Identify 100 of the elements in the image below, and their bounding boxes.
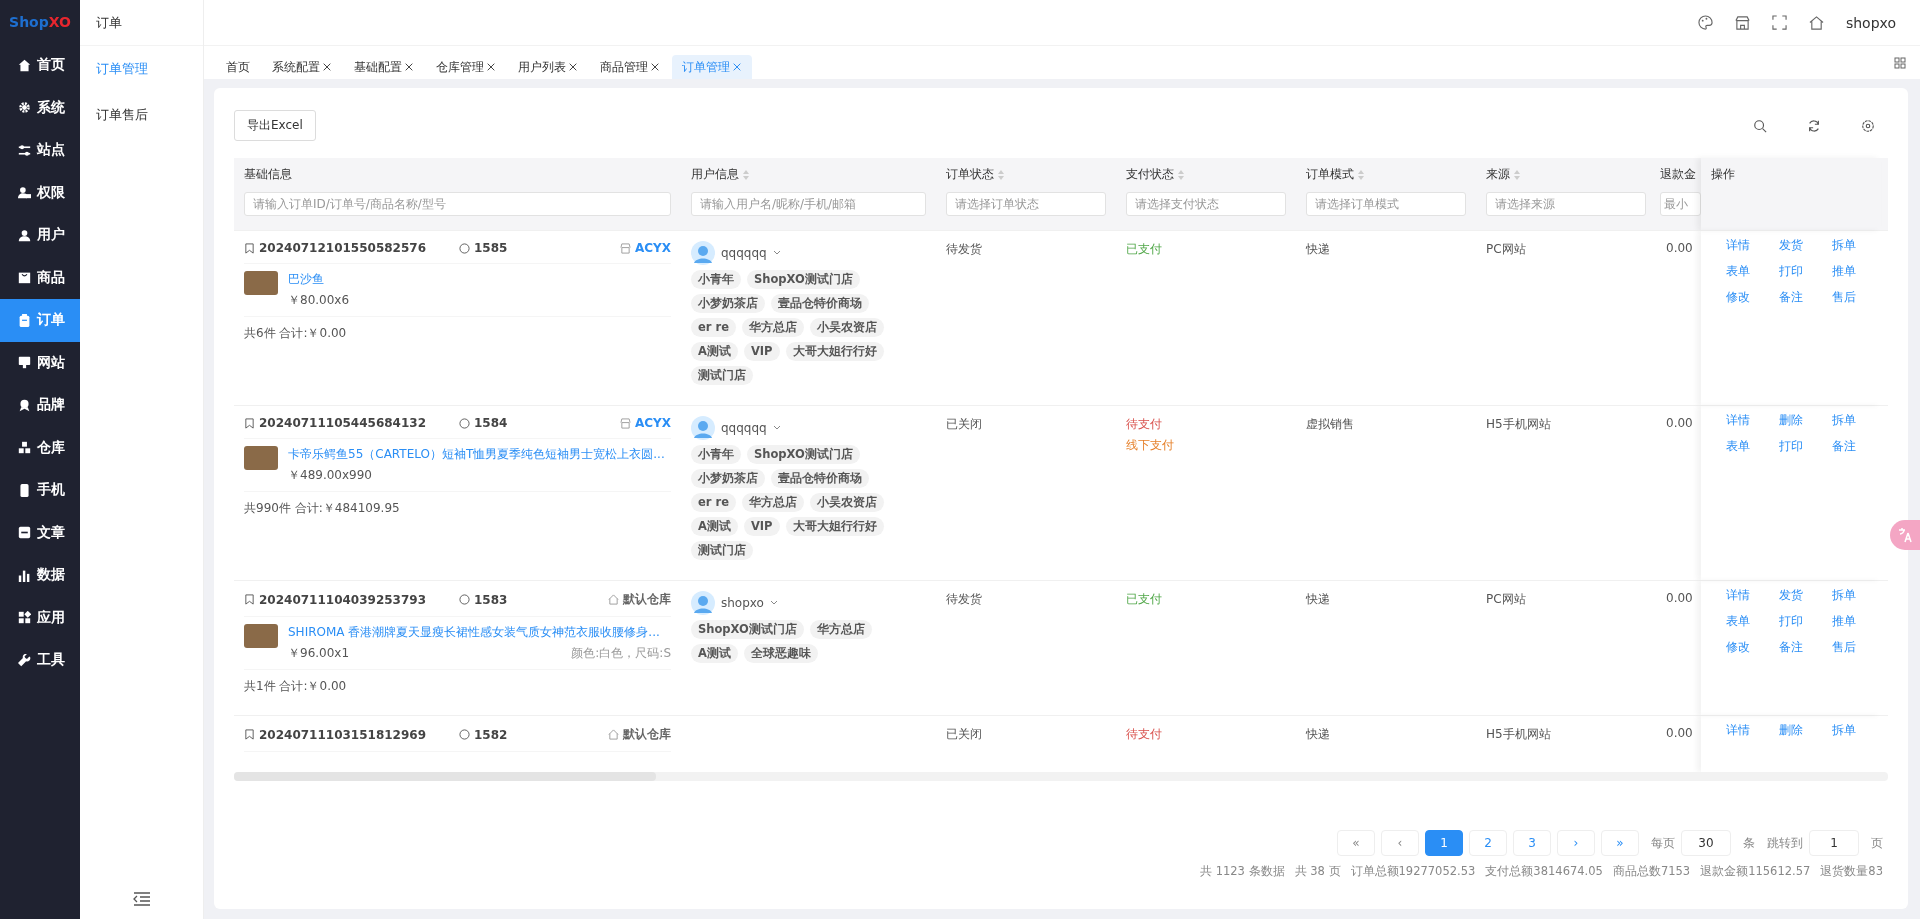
close-icon[interactable] bbox=[486, 62, 496, 72]
page-button[interactable]: 3 bbox=[1513, 830, 1551, 856]
store-icon[interactable] bbox=[1734, 15, 1750, 30]
sidebar-item[interactable]: 订单 bbox=[0, 299, 80, 342]
user-name[interactable]: qqqqqq bbox=[721, 421, 767, 435]
input-field[interactable]: 请选择订单模式 bbox=[1306, 192, 1466, 216]
action-link[interactable]: 售后 bbox=[1832, 639, 1857, 656]
action-link[interactable]: 推单 bbox=[1832, 263, 1857, 280]
tab[interactable]: 商品管理 bbox=[590, 55, 670, 79]
action-link[interactable]: 打印 bbox=[1779, 263, 1803, 280]
sidebar-item[interactable]: 仓库 bbox=[0, 426, 80, 469]
caret-icon[interactable] bbox=[772, 425, 781, 431]
refresh-icon[interactable] bbox=[1807, 118, 1821, 133]
submenu-item[interactable]: 订单售后 bbox=[80, 92, 203, 138]
sidebar-item[interactable]: 工具 bbox=[0, 639, 80, 682]
user-name[interactable]: shopxo bbox=[1845, 14, 1896, 31]
sidebar-item[interactable]: 系统 bbox=[0, 86, 80, 129]
action-link[interactable]: 详情 bbox=[1725, 237, 1750, 254]
user-tag: 壹品仓特价商场 bbox=[771, 469, 869, 488]
action-link[interactable]: 发货 bbox=[1779, 587, 1803, 604]
sidebar-item[interactable]: 网站 bbox=[0, 341, 80, 384]
action-link[interactable]: 拆单 bbox=[1832, 237, 1857, 254]
action-link[interactable]: 删除 bbox=[1779, 412, 1803, 429]
settings-icon[interactable] bbox=[1861, 118, 1875, 133]
sidebar-item[interactable]: 权限 bbox=[0, 171, 80, 214]
export-button[interactable]: 导出Excel bbox=[234, 110, 316, 141]
tab[interactable]: 基础配置 bbox=[344, 55, 424, 79]
input-field[interactable]: 最小 bbox=[1660, 192, 1701, 216]
close-icon[interactable] bbox=[322, 62, 332, 72]
action-link[interactable]: 备注 bbox=[1779, 289, 1803, 306]
tab[interactable]: 仓库管理 bbox=[426, 55, 506, 79]
sidebar-item[interactable]: 手机 bbox=[0, 469, 80, 512]
input-field[interactable]: 请选择来源 bbox=[1486, 192, 1646, 216]
action-link[interactable]: 详情 bbox=[1725, 412, 1750, 429]
tab[interactable]: 系统配置 bbox=[262, 55, 342, 79]
page-button[interactable]: » bbox=[1601, 830, 1639, 856]
close-icon[interactable] bbox=[568, 62, 578, 72]
summary-text: 支付总额3814674.05 bbox=[1485, 864, 1603, 879]
action-link[interactable]: 售后 bbox=[1832, 289, 1857, 306]
action-link[interactable]: 修改 bbox=[1725, 639, 1750, 656]
sidebar-item[interactable]: 应用 bbox=[0, 596, 80, 639]
action-link[interactable]: 推单 bbox=[1832, 613, 1857, 630]
product-link[interactable]: SHIROMA 香港潮牌夏天显瘦长裙性感女装气质女神范衣服收腰修身... bbox=[288, 624, 671, 641]
input-field[interactable]: 请输入订单ID/订单号/商品名称/型号 bbox=[244, 192, 671, 216]
action-link[interactable]: 备注 bbox=[1832, 438, 1857, 455]
sidebar-item[interactable]: 品牌 bbox=[0, 384, 80, 427]
product-link[interactable]: 巴沙鱼 bbox=[288, 271, 671, 288]
tab[interactable]: 用户列表 bbox=[508, 55, 588, 79]
tab[interactable]: 首页 bbox=[216, 55, 260, 79]
input-field[interactable]: 请输入用户名/昵称/手机/邮箱 bbox=[691, 192, 926, 216]
input-field[interactable]: 请选择订单状态 bbox=[946, 192, 1106, 216]
caret-icon[interactable] bbox=[769, 600, 778, 606]
action-link[interactable]: 详情 bbox=[1725, 722, 1750, 739]
action-link[interactable]: 拆单 bbox=[1832, 722, 1857, 739]
action-link[interactable]: 删除 bbox=[1779, 722, 1803, 739]
page-button[interactable]: 2 bbox=[1469, 830, 1507, 856]
page-button[interactable]: › bbox=[1557, 830, 1595, 856]
sidebar-item[interactable]: 商品 bbox=[0, 256, 80, 299]
search-icon[interactable] bbox=[1753, 118, 1767, 133]
action-link[interactable]: 表单 bbox=[1725, 263, 1750, 280]
palette-icon[interactable] bbox=[1697, 15, 1713, 30]
fullscreen-icon[interactable] bbox=[1771, 15, 1787, 30]
product-link[interactable]: 卡帝乐鳄鱼55（CARTELO）短袖T恤男夏季纯色短袖男士宽松上衣圆... bbox=[288, 446, 671, 463]
action-link[interactable]: 表单 bbox=[1725, 613, 1750, 630]
input-field[interactable]: 请选择支付状态 bbox=[1126, 192, 1286, 216]
order-id: 1582 bbox=[474, 727, 508, 742]
action-link[interactable]: 详情 bbox=[1725, 587, 1750, 604]
close-icon[interactable] bbox=[650, 62, 660, 72]
close-icon[interactable] bbox=[404, 62, 414, 72]
translate-button[interactable] bbox=[1890, 520, 1920, 550]
grid-icon[interactable] bbox=[1894, 56, 1906, 69]
action-link[interactable]: 备注 bbox=[1779, 639, 1803, 656]
home-icon[interactable] bbox=[1808, 15, 1824, 30]
product-price: ￥96.00x1 bbox=[288, 645, 350, 662]
avatar bbox=[691, 416, 715, 440]
page-button[interactable]: 1 bbox=[1425, 830, 1463, 856]
page-button[interactable]: ‹ bbox=[1381, 830, 1419, 856]
page-size-field[interactable]: 30 bbox=[1681, 830, 1731, 856]
sidebar-item[interactable]: 用户 bbox=[0, 214, 80, 257]
action-link[interactable]: 表单 bbox=[1725, 438, 1750, 455]
tab[interactable]: 订单管理 bbox=[672, 55, 752, 79]
horizontal-scrollbar[interactable] bbox=[234, 772, 1888, 781]
action-link[interactable]: 拆单 bbox=[1832, 412, 1857, 429]
submenu-item[interactable]: 订单管理 bbox=[80, 46, 203, 92]
caret-icon[interactable] bbox=[772, 250, 781, 256]
collapse-menu-icon[interactable] bbox=[132, 891, 151, 907]
sidebar-item[interactable]: 首页 bbox=[0, 44, 80, 87]
user-name[interactable]: shopxo bbox=[721, 596, 764, 610]
sidebar-item[interactable]: 站点 bbox=[0, 129, 80, 172]
action-link[interactable]: 发货 bbox=[1779, 237, 1803, 254]
sidebar-item[interactable]: 文章 bbox=[0, 511, 80, 554]
action-link[interactable]: 拆单 bbox=[1832, 587, 1857, 604]
action-link[interactable]: 打印 bbox=[1779, 438, 1803, 455]
action-link[interactable]: 打印 bbox=[1779, 613, 1803, 630]
page-jump-field[interactable]: 1 bbox=[1809, 830, 1859, 856]
user-name[interactable]: qqqqqq bbox=[721, 246, 767, 260]
action-link[interactable]: 修改 bbox=[1725, 289, 1750, 306]
page-button[interactable]: « bbox=[1337, 830, 1375, 856]
product-price: ￥80.00x6 bbox=[288, 292, 350, 309]
sidebar-item[interactable]: 数据 bbox=[0, 554, 80, 597]
